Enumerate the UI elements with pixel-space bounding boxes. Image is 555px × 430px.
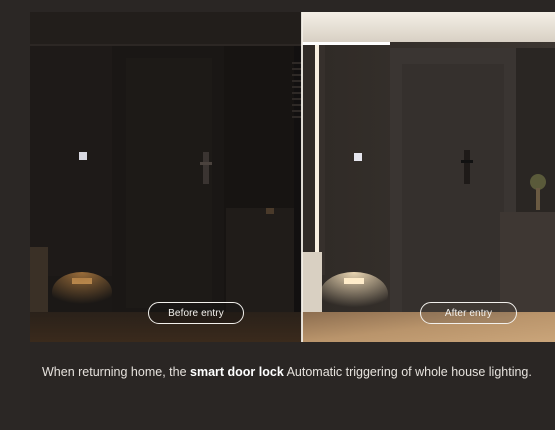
light-switch-icon (79, 152, 87, 160)
page: Before entry After entry When returning … (0, 0, 555, 430)
comparison-illustration (30, 12, 555, 342)
before-entry-scene (30, 12, 302, 342)
comparison-photo: Before entry After entry (30, 12, 555, 342)
caption-lead: When returning home, the (42, 365, 190, 379)
split-divider (301, 12, 303, 342)
before-entry-label: Before entry (148, 302, 244, 324)
caption-text: When returning home, the smart door lock… (42, 362, 542, 383)
after-entry-label: After entry (420, 302, 517, 324)
left-margin (0, 0, 30, 430)
smart-lock-icon (203, 152, 209, 184)
after-entry-scene (302, 12, 555, 342)
caption-highlight: smart door lock (190, 365, 284, 379)
caption-tail: Automatic triggering of whole house ligh… (283, 365, 532, 379)
